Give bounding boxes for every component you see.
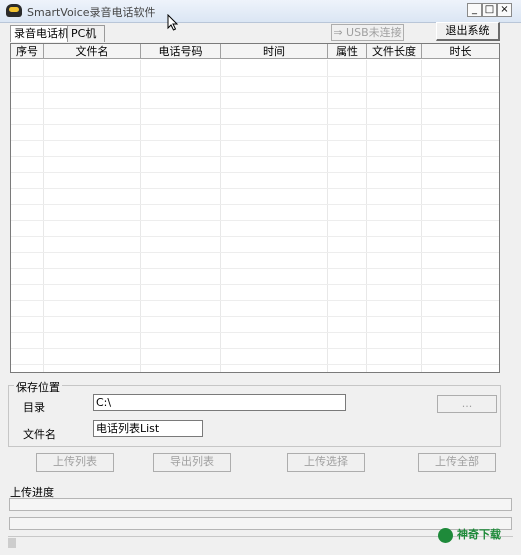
directory-label: 目录 xyxy=(23,401,45,414)
filename-input[interactable]: 电话列表List xyxy=(93,420,203,437)
column-header-index[interactable]: 序号 xyxy=(11,44,44,59)
upload-all-button[interactable]: 上传全部 xyxy=(418,453,496,472)
watermark-text: 神奇下载 xyxy=(457,528,501,541)
row-divider xyxy=(11,348,499,349)
grid-line xyxy=(327,60,328,372)
export-list-button[interactable]: 导出列表 xyxy=(153,453,231,472)
list-header: 序号 文件名 电话号码 时间 属性 文件长度 时长 xyxy=(11,44,499,60)
row-divider xyxy=(11,236,499,237)
column-header-file-length[interactable]: 文件长度 xyxy=(367,44,422,59)
row-divider xyxy=(11,76,499,77)
tab-recording-phone[interactable]: 录音电话机 xyxy=(10,25,72,42)
exit-system-button[interactable]: 退出系统 xyxy=(436,22,500,41)
upload-progress-bar-1 xyxy=(9,498,512,511)
browse-button[interactable]: ... xyxy=(437,395,497,413)
upload-selected-button[interactable]: 上传选择 xyxy=(287,453,365,472)
column-header-filename[interactable]: 文件名 xyxy=(44,44,141,59)
row-divider xyxy=(11,188,499,189)
row-divider xyxy=(11,140,499,141)
upload-list-button[interactable]: 上传列表 xyxy=(36,453,114,472)
watermark-badge: 神奇下载 xyxy=(438,524,518,546)
filename-label: 文件名 xyxy=(23,428,56,441)
list-body[interactable] xyxy=(11,60,499,372)
title-bar[interactable]: SmartVoice录音电话软件 _ □ × xyxy=(0,0,521,23)
grid-line xyxy=(43,60,44,372)
column-header-time[interactable]: 时间 xyxy=(221,44,328,59)
row-divider xyxy=(11,268,499,269)
scrollbar-thumb[interactable] xyxy=(8,538,16,548)
window-title: SmartVoice录音电话软件 xyxy=(27,6,156,19)
row-divider xyxy=(11,332,499,333)
directory-input[interactable]: C:\ xyxy=(93,394,346,411)
watermark-logo-icon xyxy=(438,527,453,543)
row-divider xyxy=(11,156,499,157)
app-phone-icon xyxy=(6,4,22,17)
main-window: SmartVoice录音电话软件 _ □ × 录音电话机 PC机 ⇒ USB未连… xyxy=(0,0,521,555)
row-divider xyxy=(11,172,499,173)
grid-line xyxy=(366,60,367,372)
row-divider xyxy=(11,316,499,317)
row-divider xyxy=(11,92,499,93)
column-header-attribute[interactable]: 属性 xyxy=(328,44,367,59)
close-button[interactable]: × xyxy=(497,3,512,17)
upload-progress-bar-2 xyxy=(9,517,512,530)
tab-pc[interactable]: PC机 xyxy=(67,25,105,42)
row-divider xyxy=(11,204,499,205)
grid-line xyxy=(220,60,221,372)
row-divider xyxy=(11,300,499,301)
row-divider xyxy=(11,108,499,109)
row-divider xyxy=(11,220,499,221)
row-divider xyxy=(11,124,499,125)
row-divider xyxy=(11,252,499,253)
save-location-title: 保存位置 xyxy=(14,379,62,395)
grid-line xyxy=(140,60,141,372)
minimize-button[interactable]: _ xyxy=(467,3,482,17)
column-header-duration[interactable]: 时长 xyxy=(422,44,499,59)
column-header-phone-number[interactable]: 电话号码 xyxy=(141,44,221,59)
mouse-cursor-icon xyxy=(167,14,179,31)
row-divider xyxy=(11,284,499,285)
usb-status-button[interactable]: ⇒ USB未连接 xyxy=(331,24,404,41)
grid-line xyxy=(421,60,422,372)
recording-file-list[interactable]: 序号 文件名 电话号码 时间 属性 文件长度 时长 xyxy=(10,43,500,373)
row-divider xyxy=(11,364,499,365)
maximize-button[interactable]: □ xyxy=(482,3,497,17)
